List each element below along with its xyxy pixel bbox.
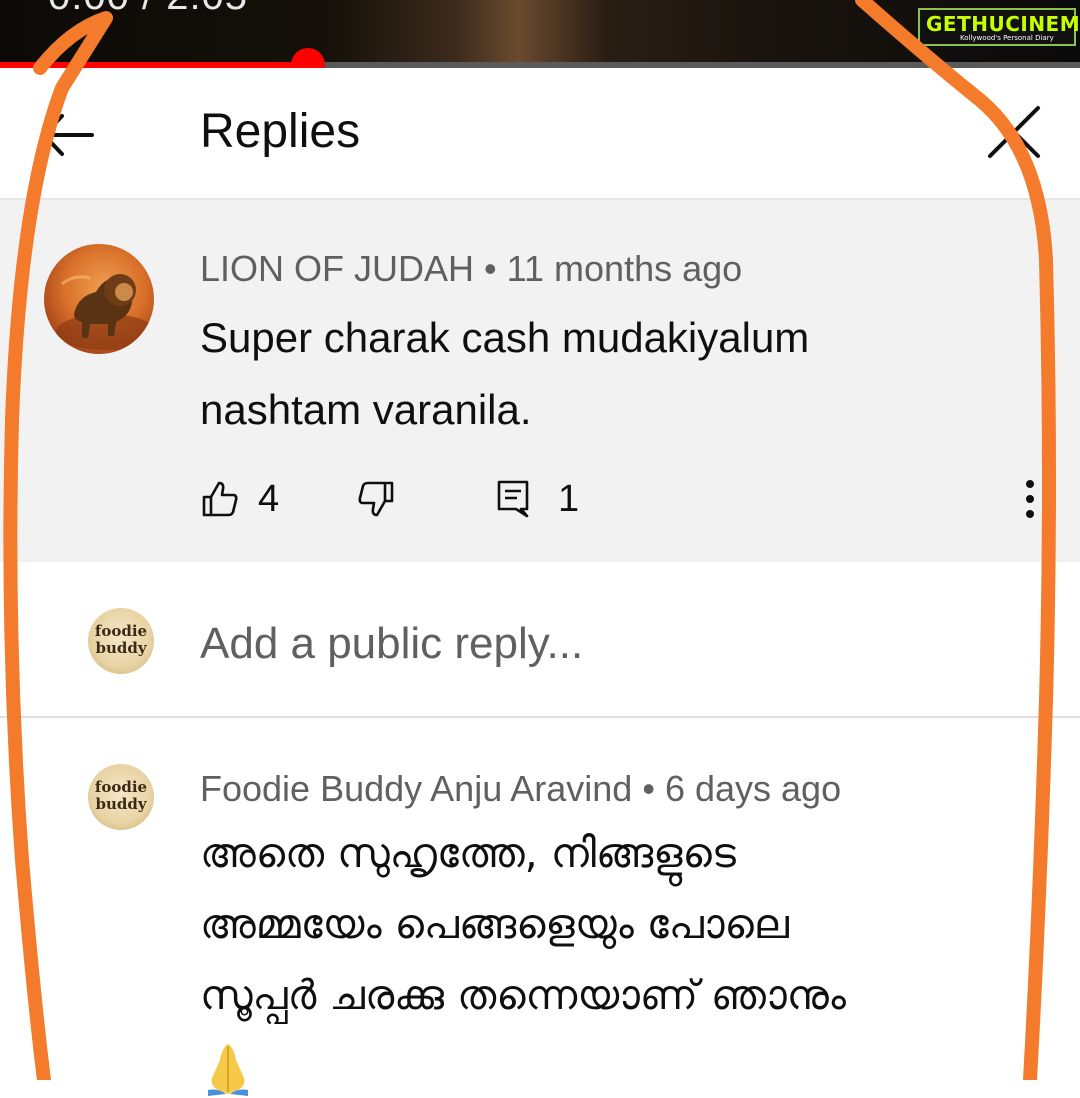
avatar[interactable]: foodie buddy: [88, 608, 154, 674]
more-options-button[interactable]: [1010, 476, 1050, 522]
reply-comment: foodie buddy Foodie Buddy Anju Aravind •…: [0, 718, 1080, 1096]
reply-author[interactable]: Foodie Buddy Anju Aravind: [200, 768, 632, 809]
video-time: 0:00 / 2:05: [48, 0, 248, 19]
reply-meta: Foodie Buddy Anju Aravind • 6 days ago: [200, 768, 841, 810]
avatar[interactable]: foodie buddy: [88, 764, 154, 830]
thumbs-down-icon: [358, 481, 394, 517]
avatar-logo-text: foodie: [94, 778, 148, 796]
more-vert-icon: [1026, 480, 1034, 518]
reply-count-button[interactable]: 1: [496, 474, 579, 524]
video-player-strip[interactable]: 0:00 / 2:05 GETHUCINEMA Kollywood's Pers…: [0, 0, 1080, 62]
comment-time: 11 months ago: [506, 248, 743, 289]
like-count: 4: [258, 477, 280, 520]
parent-comment: LION OF JUDAH • 11 months ago Super char…: [0, 200, 1080, 562]
reply-count: 1: [558, 477, 580, 520]
back-button[interactable]: [30, 100, 100, 170]
avatar-logo-text: foodie: [94, 622, 148, 640]
thumbs-up-icon: [202, 481, 238, 517]
comment-text: Super charak cash mudakiyalum nashtam va…: [200, 314, 810, 433]
dislike-button[interactable]: [356, 474, 396, 524]
close-button[interactable]: [970, 96, 1050, 176]
avatar-logo-text: buddy: [95, 639, 147, 657]
reply-time: 6 days ago: [664, 768, 842, 809]
comment-meta: LION OF JUDAH • 11 months ago: [200, 248, 742, 290]
comment-icon: [497, 480, 529, 518]
meta-separator: •: [484, 248, 497, 289]
meta-separator: •: [642, 768, 655, 809]
comment-author[interactable]: LION OF JUDAH: [200, 248, 474, 289]
lion-avatar-image: [56, 274, 154, 350]
watermark-text: GETHUCINEMA: [926, 12, 1080, 36]
watermark-tagline: Kollywood's Personal Diary: [960, 34, 1054, 42]
add-reply-row: foodie buddy: [0, 562, 1080, 718]
page-title: Replies: [200, 105, 361, 158]
avatar-logo-text: buddy: [95, 795, 147, 813]
avatar[interactable]: [44, 244, 154, 354]
folded-hands-icon: [208, 1044, 248, 1096]
close-icon: [988, 106, 1040, 158]
replies-header: Replies: [0, 68, 1080, 200]
like-button[interactable]: 4: [200, 474, 279, 524]
reply-text: അതെ സുഹൃത്തേ, നിങ്ങളുടെ അമ്മയേം പെങ്ങളെയ…: [200, 829, 846, 1019]
arrow-left-icon: [42, 114, 94, 156]
watermark-logo: GETHUCINEMA Kollywood's Personal Diary: [918, 8, 1080, 46]
reply-input[interactable]: [200, 616, 1000, 672]
